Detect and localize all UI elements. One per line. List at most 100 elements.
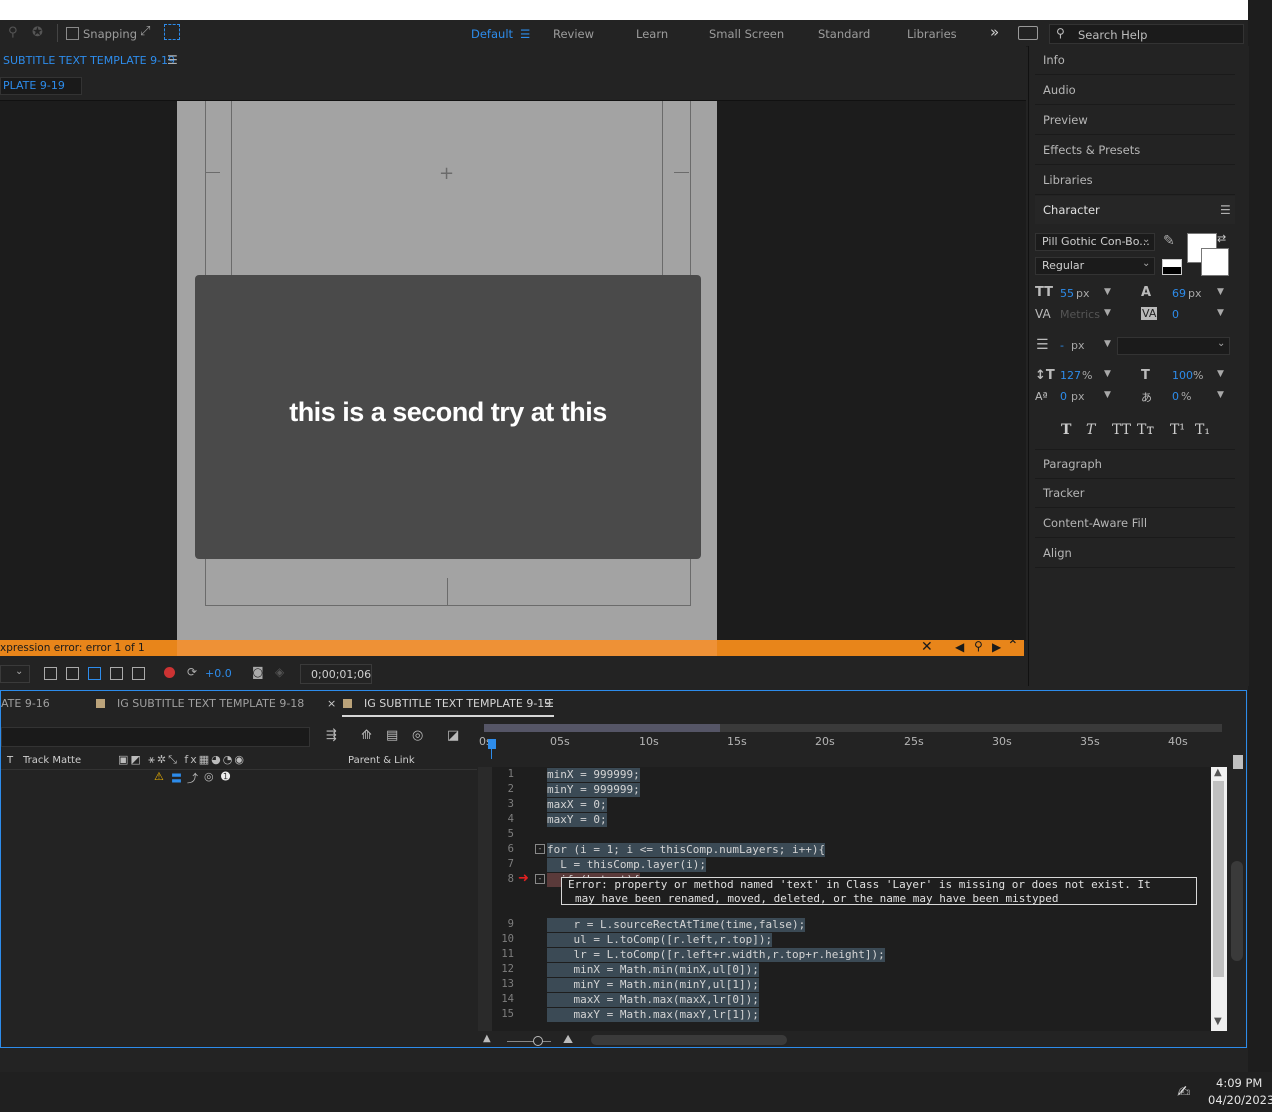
- font-size-value[interactable]: 55: [1060, 287, 1074, 300]
- error-marker-icon[interactable]: ➜: [518, 871, 529, 886]
- resolution-icon[interactable]: [66, 667, 79, 680]
- clock-date[interactable]: 04/20/2023: [1208, 1093, 1272, 1107]
- work-area-range[interactable]: [484, 724, 720, 732]
- collapse-error-icon[interactable]: ⌃: [1007, 638, 1019, 654]
- mask-path-icon[interactable]: [132, 667, 145, 680]
- expression-language-icon[interactable]: ➊: [221, 770, 230, 783]
- code-line[interactable]: L = thisComp.layer(i);: [547, 858, 706, 872]
- subtitle-background-box[interactable]: this is a second try at this: [195, 275, 701, 559]
- close-icon[interactable]: ✕: [921, 639, 933, 655]
- subtitle-text[interactable]: this is a second try at this: [195, 397, 701, 428]
- swap-colors-icon[interactable]: ⇄: [1217, 232, 1226, 245]
- frame-blending-icon[interactable]: ◎: [412, 728, 423, 743]
- expression-editor[interactable]: 1 minX = 999999; 2 minY = 999999; 3 maxX…: [478, 767, 1211, 1031]
- font-family-select[interactable]: Pill Gothic Con-Bo... ⌄: [1035, 233, 1155, 251]
- comp-marker-icon[interactable]: [1233, 755, 1243, 769]
- horizontal-scale-value[interactable]: 100: [1172, 369, 1193, 382]
- scroll-thumb[interactable]: [1213, 781, 1224, 977]
- tracking-dropdown[interactable]: ▼: [1217, 308, 1224, 318]
- warning-icon[interactable]: ⚠: [154, 770, 164, 783]
- expression-enable-icon[interactable]: 〓: [171, 770, 182, 786]
- stroke-width-dropdown[interactable]: ▼: [1104, 339, 1111, 349]
- search-help-field[interactable]: ⚲ Search Help: [1049, 24, 1244, 44]
- zoom-slider[interactable]: [507, 1041, 551, 1042]
- composition-canvas[interactable]: + this is a second try at this: [177, 101, 717, 641]
- tab-template-9-18[interactable]: IG SUBTITLE TEXT TEMPLATE 9-18: [117, 697, 304, 710]
- panel-character-header[interactable]: Character ☰: [1035, 196, 1235, 224]
- tsume-value[interactable]: 0: [1172, 390, 1179, 403]
- small-caps-button[interactable]: Tт: [1137, 422, 1154, 438]
- work-area-bar[interactable]: [484, 724, 1222, 732]
- snapping-checkbox[interactable]: [66, 27, 79, 40]
- snap-target-icon[interactable]: [164, 24, 180, 40]
- expression-error-bar[interactable]: xpression error: error 1 of 1 ✕ ◀ ⚲ ▶ ⌃: [0, 638, 1024, 656]
- composition-title[interactable]: SUBTITLE TEXT TEMPLATE 9-19: [3, 54, 175, 67]
- panel-toggle-icon[interactable]: [1018, 26, 1038, 40]
- stroke-width-value[interactable]: -: [1060, 339, 1064, 352]
- pick-whip-icon[interactable]: ◎: [204, 770, 214, 783]
- clock-time[interactable]: 4:09 PM: [1216, 1076, 1262, 1090]
- find-error-icon[interactable]: ⚲: [974, 639, 983, 653]
- zoom-in-icon[interactable]: ⛰: [563, 1032, 573, 1047]
- editor-vertical-scrollbar[interactable]: ▲ ▼: [1211, 767, 1227, 1031]
- code-line[interactable]: maxX = 0;: [547, 798, 607, 812]
- workspace-small-screen[interactable]: Small Screen: [709, 27, 784, 41]
- motion-blur-icon[interactable]: ◪: [447, 728, 459, 743]
- camera-icon[interactable]: ◙: [252, 665, 264, 679]
- tracking-value[interactable]: 0: [1172, 308, 1179, 321]
- code-line[interactable]: maxX = Math.max(maxX,lr[0]);: [547, 993, 759, 1007]
- timeline-right-scrollbar[interactable]: [1231, 861, 1243, 961]
- baseline-shift-dropdown[interactable]: ▼: [1104, 390, 1111, 400]
- color-channel-icon[interactable]: [164, 667, 175, 678]
- panel-align[interactable]: Align: [1035, 539, 1235, 568]
- panel-menu-icon[interactable]: ☰: [544, 697, 554, 710]
- next-error-icon[interactable]: ▶: [992, 640, 1001, 654]
- code-line[interactable]: maxY = Math.max(maxY,lr[1]);: [547, 1008, 759, 1022]
- tab-template-9-19[interactable]: IG SUBTITLE TEXT TEMPLATE 9-19: [364, 697, 551, 710]
- workspace-review[interactable]: Review: [553, 27, 594, 41]
- timeline-horizontal-scrollbar[interactable]: [591, 1035, 787, 1045]
- zoom-out-icon[interactable]: ▲: [483, 1033, 491, 1044]
- leading-value[interactable]: 69: [1172, 287, 1186, 300]
- font-style-select[interactable]: Regular ⌄: [1035, 257, 1155, 275]
- composition-tab[interactable]: PLATE 9-19: [0, 77, 82, 95]
- panel-audio[interactable]: Audio: [1035, 76, 1235, 105]
- kerning-value[interactable]: Metrics: [1060, 308, 1100, 321]
- close-tab-icon[interactable]: ×: [327, 697, 336, 710]
- horizontal-scale-dropdown[interactable]: ▼: [1217, 369, 1224, 379]
- baseline-shift-value[interactable]: 0: [1060, 390, 1067, 403]
- time-ruler[interactable]: 0s 05s 10s 15s 20s 25s 30s 35s 40s: [479, 735, 1229, 757]
- font-size-dropdown[interactable]: ▼: [1104, 287, 1111, 297]
- code-line[interactable]: minX = 999999;: [547, 768, 640, 782]
- graph-editor-icon[interactable]: ⤴: [187, 770, 198, 786]
- timeline-search-input[interactable]: [1, 727, 310, 747]
- shy-layers-icon[interactable]: ▤: [386, 728, 398, 743]
- comp-mini-flowchart-icon[interactable]: ⇶: [326, 728, 337, 743]
- panel-libraries[interactable]: Libraries: [1035, 166, 1235, 195]
- workspace-libraries[interactable]: Libraries: [907, 27, 957, 41]
- panel-preview[interactable]: Preview: [1035, 106, 1235, 135]
- fit-icon[interactable]: [44, 667, 57, 680]
- reset-exposure-icon[interactable]: ⟳: [187, 665, 197, 679]
- pen-icon[interactable]: ✍: [1177, 1082, 1190, 1101]
- switches-icons[interactable]: ▣◩ ⚹✲⤡ fx▦◕◔◉: [118, 753, 246, 767]
- stroke-style-select[interactable]: ⌄: [1117, 337, 1230, 355]
- panel-info[interactable]: Info: [1035, 46, 1235, 75]
- code-line[interactable]: maxY = 0;: [547, 813, 607, 827]
- workspace-learn[interactable]: Learn: [636, 27, 668, 41]
- playhead-icon[interactable]: [488, 739, 496, 749]
- superscript-button[interactable]: T¹: [1170, 422, 1185, 438]
- tsume-dropdown[interactable]: ▼: [1217, 390, 1224, 400]
- kerning-dropdown[interactable]: ▼: [1104, 308, 1111, 318]
- panel-effects-presets[interactable]: Effects & Presets: [1035, 136, 1235, 165]
- code-line[interactable]: for (i = 1; i <= thisComp.numLayers; i++…: [547, 843, 826, 857]
- default-colors-icon[interactable]: [1162, 259, 1182, 275]
- all-caps-button[interactable]: TT: [1112, 422, 1131, 438]
- subscript-button[interactable]: T₁: [1195, 422, 1210, 438]
- show-snapshot-icon[interactable]: ◈: [275, 665, 284, 679]
- eyedropper-icon[interactable]: ✎: [1163, 233, 1175, 249]
- scroll-down-icon[interactable]: ▼: [1214, 1016, 1222, 1027]
- workspace-default[interactable]: Default: [471, 27, 513, 41]
- vertical-scale-dropdown[interactable]: ▼: [1104, 369, 1111, 379]
- previous-error-icon[interactable]: ◀: [955, 640, 964, 654]
